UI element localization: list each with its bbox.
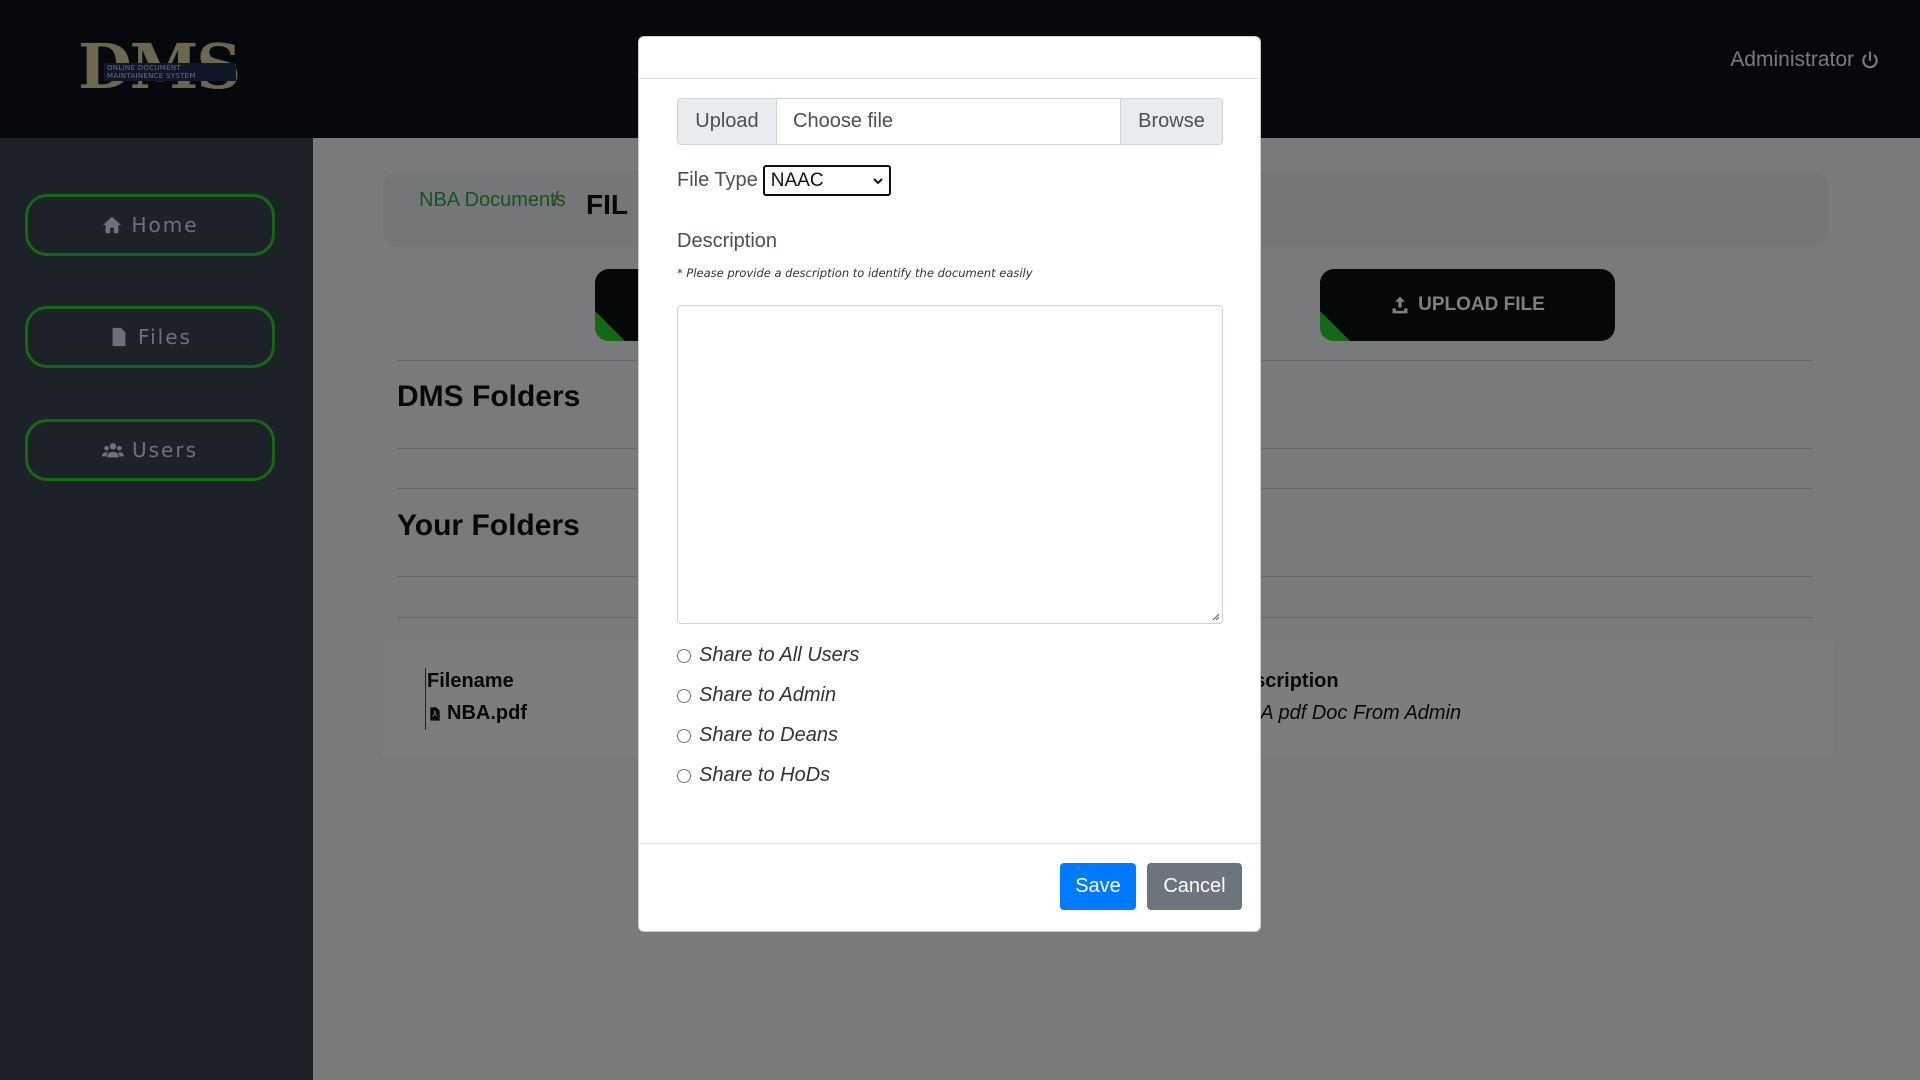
description-hint: * Please provide a description to identi…	[677, 266, 1033, 280]
save-button[interactable]: Save	[1060, 863, 1136, 910]
file-type-row: File Type NAAC	[677, 165, 891, 196]
modal-header	[639, 37, 1260, 79]
file-type-select[interactable]: NAAC	[762, 165, 891, 196]
upload-addon: Upload	[678, 99, 777, 144]
radio-button[interactable]	[677, 648, 691, 663]
file-input-group[interactable]: Upload Choose file Browse	[677, 98, 1223, 145]
radio-button[interactable]	[677, 728, 691, 743]
share-hods-option[interactable]: Share to HoDs	[677, 764, 830, 787]
file-type-label: File Type	[677, 169, 758, 191]
radio-label: Share to HoDs	[699, 764, 831, 786]
share-admin-option[interactable]: Share to Admin	[677, 684, 836, 707]
radio-button[interactable]	[677, 688, 691, 703]
radio-label: Share to Admin	[699, 684, 837, 706]
browse-button[interactable]: Browse	[1120, 99, 1222, 144]
radio-label: Share to All Users	[699, 644, 860, 666]
upload-modal: Upload Choose file Browse File Type NAAC…	[638, 36, 1261, 932]
resize-grip-icon[interactable]	[1210, 611, 1220, 621]
chevron-down-icon	[873, 177, 883, 184]
file-input[interactable]: Choose file	[777, 99, 1120, 144]
share-deans-option[interactable]: Share to Deans	[677, 724, 838, 747]
description-label: Description	[677, 230, 778, 252]
radio-label: Share to Deans	[699, 724, 838, 746]
cancel-button[interactable]: Cancel	[1147, 863, 1242, 910]
share-all-users-option[interactable]: Share to All Users	[677, 644, 859, 667]
radio-button[interactable]	[677, 768, 691, 783]
modal-footer-divider	[639, 843, 1260, 844]
description-textarea[interactable]	[677, 305, 1223, 624]
file-type-value: NAAC	[770, 169, 824, 191]
